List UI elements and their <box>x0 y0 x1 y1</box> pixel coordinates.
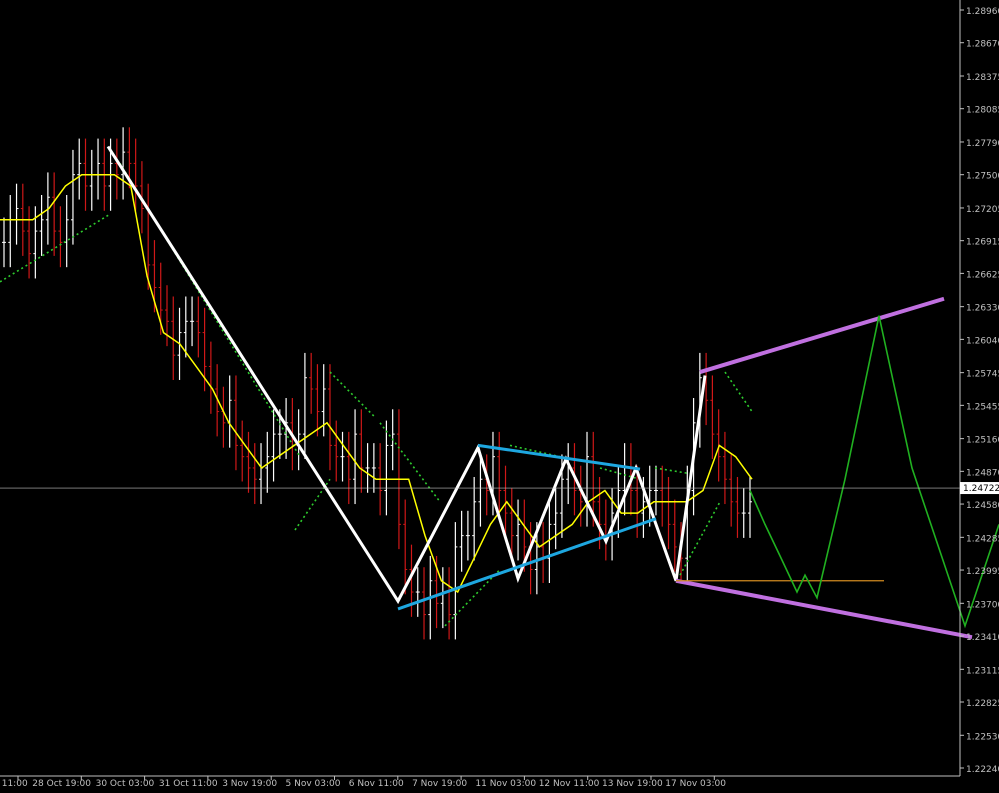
time-tick-label: 17 Nov 03:00 <box>665 779 726 789</box>
time-tick-label: 7 Nov 19:00 <box>412 779 467 789</box>
price-tick-label: 1.27500 <box>966 172 999 182</box>
time-tick-label: 13 Nov 19:00 <box>602 779 663 789</box>
price-tick-label: 1.22530 <box>966 732 999 742</box>
price-tick-label: 1.22240 <box>966 765 999 775</box>
price-tick-label: 1.26625 <box>966 270 999 280</box>
time-tick-label: 6 Nov 11:00 <box>349 779 404 789</box>
price-tick-label: 1.23410 <box>966 633 999 643</box>
price-tick-label: 1.28085 <box>966 106 999 116</box>
price-tick-label: 1.26040 <box>966 336 999 346</box>
time-tick-label: 31 Oct 11:00 <box>159 779 218 789</box>
price-tick-label: 1.28670 <box>966 40 999 50</box>
price-tick-label: 1.25745 <box>966 370 999 380</box>
price-tick-label: 1.28375 <box>966 73 999 83</box>
chart-background <box>0 0 999 789</box>
price-tick-label: 1.26330 <box>966 304 999 314</box>
price-tick-label: 1.22825 <box>966 699 999 709</box>
price-tick-label: 1.25455 <box>966 402 999 412</box>
price-tick-label: 1.26915 <box>966 238 999 248</box>
current-price-label: 1.24722 <box>963 484 999 494</box>
chart-canvas[interactable]: 1.28960 1.28670 1.28375 1.28085 1.27790 1.275… <box>0 0 999 789</box>
price-chart[interactable]: 1.28960 1.28670 1.28375 1.28085 1.27790 1.275… <box>0 0 999 789</box>
price-tick-label: 1.25160 <box>966 436 999 446</box>
price-tick-label: 1.27205 <box>966 205 999 215</box>
time-tick-label: 12 Nov 11:00 <box>539 779 600 789</box>
time-tick-label: 3 Nov 19:00 <box>222 779 277 789</box>
price-tick-label: 1.27790 <box>966 139 999 149</box>
time-tick-label: 27 Oct 11:00 <box>0 779 28 789</box>
price-tick-label: 1.24870 <box>966 468 999 478</box>
price-tick-label: 1.23995 <box>966 567 999 577</box>
price-tick-label: 1.23115 <box>966 666 999 676</box>
time-tick-label: 5 Nov 03:00 <box>286 779 341 789</box>
time-tick-label: 11 Nov 03:00 <box>475 779 536 789</box>
price-tick-label: 1.28960 <box>966 7 999 17</box>
price-tick-label: 1.24580 <box>966 501 999 511</box>
price-tick-label: 1.24285 <box>966 534 999 544</box>
price-tick-label: 1.23700 <box>966 600 999 610</box>
time-tick-label: 30 Oct 03:00 <box>96 779 155 789</box>
time-tick-label: 28 Oct 19:00 <box>32 779 91 789</box>
